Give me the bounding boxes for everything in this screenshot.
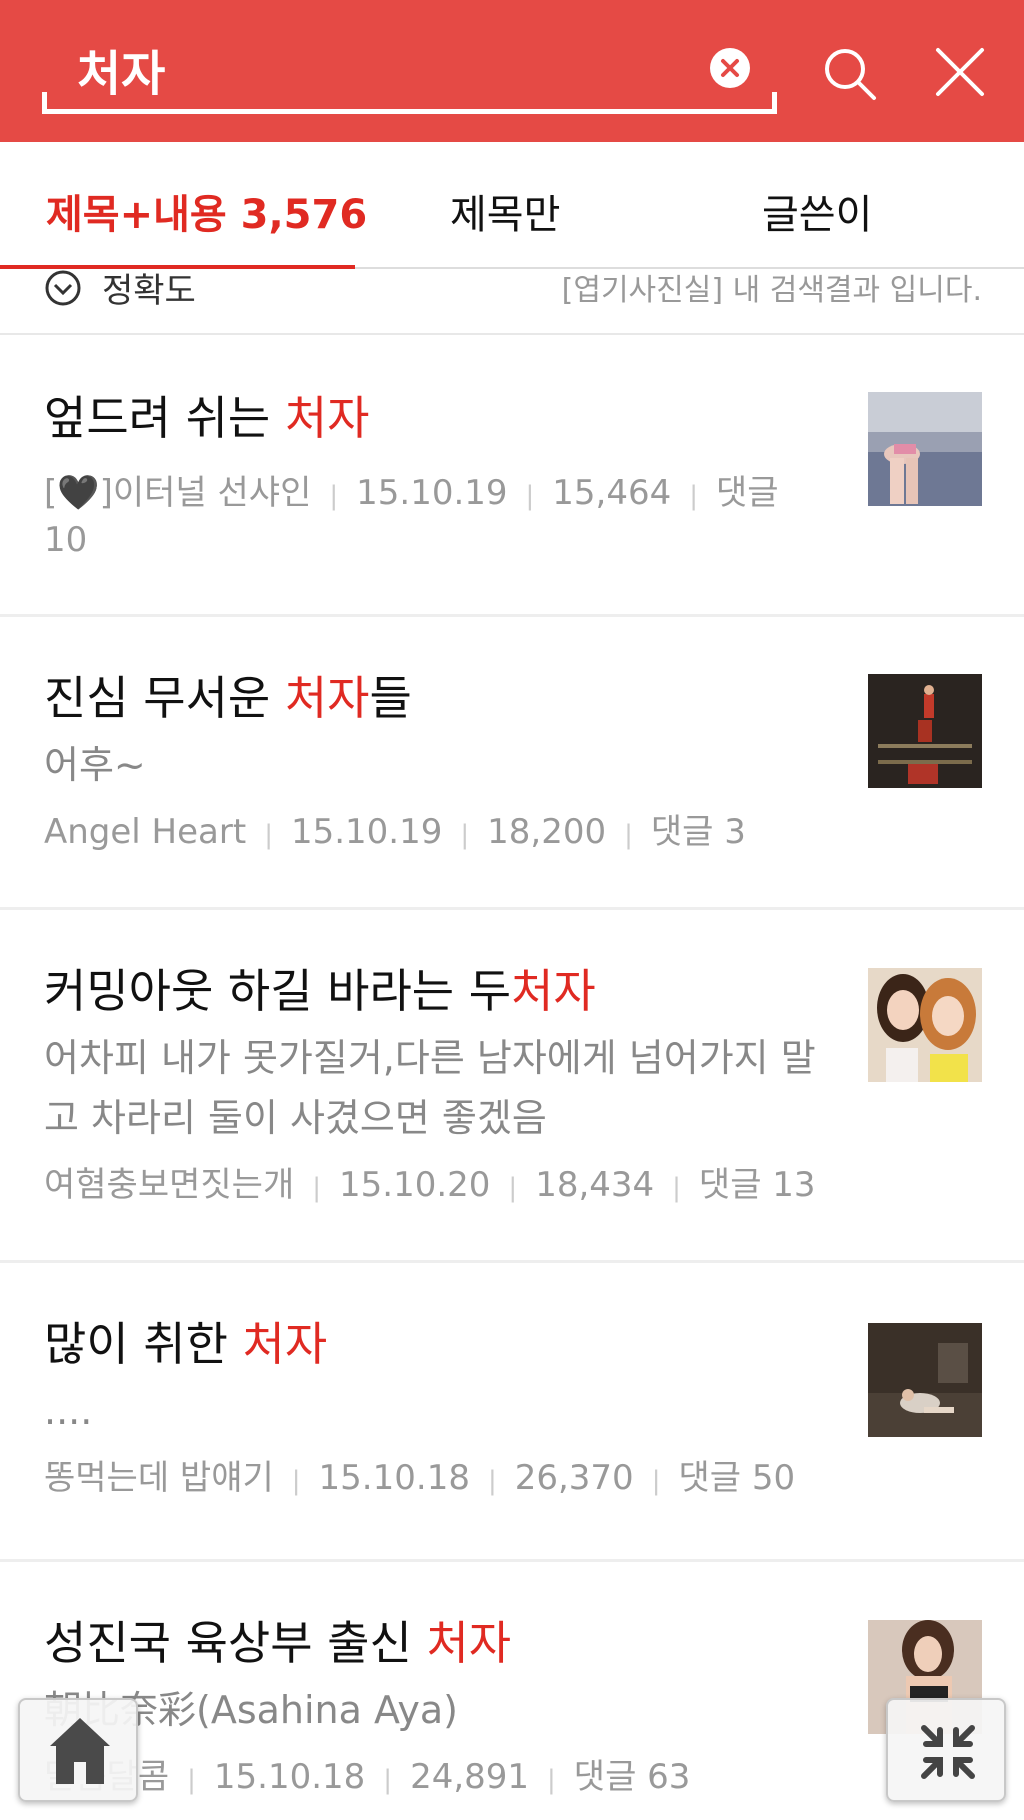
item-meta: 여혐충보면짓는개 | 15.10.20 | 18,434 | 댓글 13 (44, 1165, 816, 1205)
item-title: 성진국 육상부 출신 처자 (44, 1616, 512, 1670)
item-author: 똥먹는데 밥얘기 (44, 1458, 274, 1498)
item-meta: 똥먹는데 밥얘기 | 15.10.18 | 26,370 | 댓글 50 (44, 1458, 796, 1498)
item-comments: 댓글 50 (678, 1458, 796, 1498)
item-date: 15.10.18 (213, 1757, 366, 1797)
item-title: 엎드려 쉬는 처자 (44, 391, 370, 445)
search-icon[interactable] (820, 44, 880, 104)
search-tabs: 제목+내용 3,576 제목만 글쓴이 (0, 142, 1024, 269)
sort-bar: 정확도 [엽기사진실] 내 검색결과 입니다. (0, 269, 1024, 335)
item-title: 진심 무서운 처자들 (44, 671, 412, 725)
collapse-button[interactable] (886, 1698, 1006, 1802)
list-item[interactable]: 진심 무서운 처자들 어후~ Angel Heart | 15.10.19 | 18,2… (0, 620, 1024, 910)
item-thumbnail[interactable] (868, 968, 982, 1082)
list-item[interactable]: 커밍아웃 하길 바라는 두처자 어차피 내가 못가질거,다른 남자에게 넘어가지… (0, 913, 1024, 1263)
item-views: 18,434 (535, 1165, 655, 1205)
search-header: 처자 (0, 0, 1024, 142)
item-views: 26,370 (514, 1458, 634, 1498)
list-item[interactable]: 성진국 육상부 출신 처자 朝比奈彩(Asahina Aya) 달콤달콤|15.… (0, 1565, 1024, 1820)
collapse-icon (921, 1725, 975, 1779)
home-button[interactable] (18, 1698, 138, 1802)
chevron-down-circle-icon[interactable] (44, 269, 82, 307)
item-views: 18,200 (487, 812, 607, 852)
item-author: 여혐충보면짓는개 (44, 1165, 295, 1205)
item-desc: 어차피 내가 못가질거,다른 남자에게 넘어가지 말고 차라리 둘이 사겼으면 … (44, 1036, 816, 1140)
item-desc: .... (44, 1389, 93, 1433)
home-icon (50, 1718, 110, 1784)
list-item[interactable]: 많이 취한 처자 .... 똥먹는데 밥얘기 | 15.10.18 | 26,370 | 댓… (0, 1266, 1024, 1562)
item-author: [🖤]이터널 선샤인 (44, 473, 312, 513)
close-icon[interactable] (932, 44, 988, 100)
item-meta: [🖤]이터널 선샤인 | 15.10.19 | 15,464 | 댓글 10 (44, 473, 779, 560)
item-author: Angel Heart (44, 812, 247, 852)
item-date: 15.10.18 (318, 1458, 470, 1498)
item-meta: 달콤달콤|15.10.18|24,891|댓글 63 (44, 1755, 824, 1802)
list-item[interactable]: 엎드려 쉬는 처자 [🖤]이터널 선샤인 | 15.10.19 | 15,464 | 댓글 … (0, 337, 1024, 617)
item-desc: 어후~ (44, 743, 146, 787)
item-meta: Angel Heart | 15.10.19 | 18,200 | 댓글 3 (44, 812, 746, 852)
tab-author[interactable]: 글쓴이 (762, 182, 872, 240)
item-comments: 댓글 3 (650, 812, 746, 852)
item-title: 커밍아웃 하길 바라는 두처자 (44, 964, 596, 1018)
item-thumbnail[interactable] (868, 392, 982, 506)
sort-label[interactable]: 정확도 (102, 269, 196, 312)
item-title: 많이 취한 처자 (44, 1317, 328, 1371)
tab-title-content[interactable]: 제목+내용 3,576 (46, 182, 367, 240)
search-scope-info: [엽기사진실] 내 검색결과 입니다. (561, 273, 982, 308)
item-date: 15.10.19 (290, 812, 443, 852)
item-thumbnail[interactable] (868, 674, 982, 788)
item-views: 15,464 (552, 473, 672, 513)
item-date: 15.10.19 (356, 473, 508, 513)
clear-icon[interactable] (710, 48, 750, 88)
item-desc: 朝比奈彩(Asahina Aya) (44, 1688, 459, 1732)
item-date: 15.10.20 (339, 1165, 491, 1205)
item-comments: 댓글 63 (573, 1757, 691, 1797)
search-underline (42, 92, 777, 114)
tab-title-only[interactable]: 제목만 (450, 182, 560, 240)
item-thumbnail[interactable] (868, 1323, 982, 1437)
item-comments: 댓글 13 (698, 1165, 816, 1205)
search-input[interactable]: 처자 (42, 30, 777, 114)
item-views: 24,891 (410, 1757, 530, 1797)
